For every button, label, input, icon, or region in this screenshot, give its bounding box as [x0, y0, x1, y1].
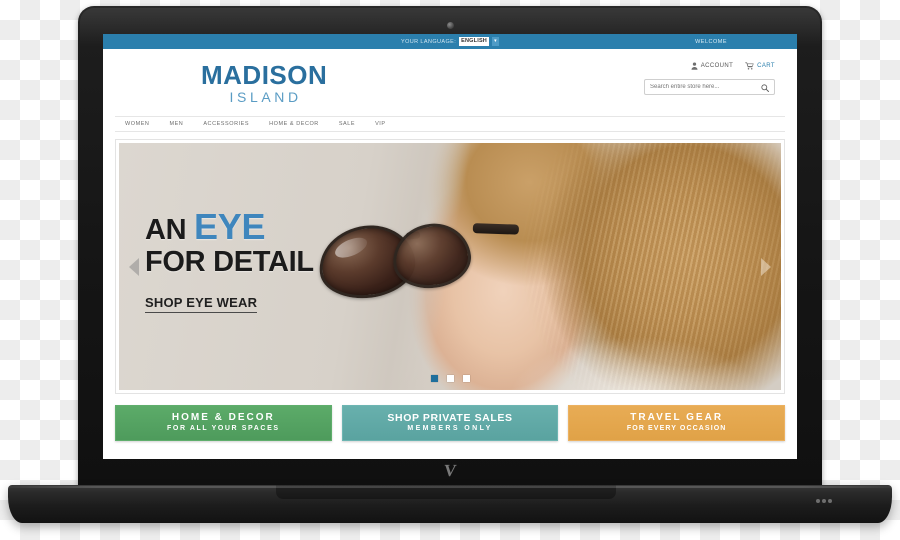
promo-subtitle: MEMBERS ONLY — [407, 425, 493, 432]
logo-line-2: ISLAND — [229, 89, 302, 105]
nav-item-sale[interactable]: SALE — [339, 121, 355, 127]
cart-icon — [745, 62, 754, 70]
laptop-base — [8, 485, 892, 523]
hero-cta-link[interactable]: SHOP EYE WEAR — [145, 295, 258, 313]
laptop-base-ports — [816, 499, 832, 503]
hero-copy: AN EYE FOR DETAIL SHOP EYE WEAR — [145, 209, 314, 313]
site-logo[interactable]: MADISON ISLAND — [201, 62, 327, 105]
promo-title: TRAVEL GEAR — [630, 412, 724, 423]
webcam-icon — [447, 22, 454, 29]
carousel-dot-3[interactable] — [462, 375, 470, 382]
account-link[interactable]: ACCOUNT — [691, 62, 733, 70]
hero-headline-1-accent: EYE — [194, 206, 266, 247]
nav-item-women[interactable]: WOMEN — [125, 121, 149, 127]
port-dot — [822, 499, 826, 503]
person-icon — [691, 62, 698, 70]
chevron-right-icon[interactable] — [761, 257, 771, 276]
account-cart-row: ACCOUNT CART — [644, 60, 775, 72]
language-switcher[interactable]: YOUR LANGUAGE: ENGLISH ▾ — [401, 37, 499, 46]
main-navigation: WOMEN MEN ACCESSORIES HOME & DECOR SALE … — [115, 116, 785, 132]
hero-carousel-frame: AN EYE FOR DETAIL SHOP EYE WEAR — [115, 139, 785, 394]
hero-headline-1-pre: AN — [145, 214, 195, 246]
promo-tile-travel-gear[interactable]: TRAVEL GEAR FOR EVERY OCCASION — [568, 405, 786, 441]
store-page: YOUR LANGUAGE: ENGLISH ▾ WELCOME MADISON… — [103, 34, 797, 459]
promo-subtitle: FOR ALL YOUR SPACES — [167, 425, 280, 432]
carousel-dot-1[interactable] — [430, 375, 438, 382]
search-box[interactable] — [644, 79, 775, 95]
header-right-cluster: ACCOUNT CART — [644, 60, 775, 95]
cart-label: CART — [757, 63, 775, 69]
hero-model-hair — [491, 143, 781, 390]
port-dot — [816, 499, 820, 503]
promo-title: SHOP PRIVATE SALES — [387, 412, 513, 424]
nav-item-home-decor[interactable]: HOME & DECOR — [269, 121, 319, 127]
search-icon[interactable] — [761, 84, 769, 92]
nav-item-vip[interactable]: VIP — [375, 121, 386, 127]
carousel-dots — [119, 375, 781, 382]
laptop-mockup: YOUR LANGUAGE: ENGLISH ▾ WELCOME MADISON… — [0, 0, 900, 540]
nav-item-men[interactable]: MEN — [169, 121, 183, 127]
nav-item-accessories[interactable]: ACCESSORIES — [203, 121, 249, 127]
welcome-message: WELCOME — [695, 38, 727, 45]
hero-headline-2: FOR DETAIL — [145, 246, 314, 278]
language-select-value[interactable]: ENGLISH — [459, 37, 489, 46]
promo-tile-home-decor[interactable]: HOME & DECOR FOR ALL YOUR SPACES — [115, 405, 332, 441]
promo-title: HOME & DECOR — [171, 412, 275, 423]
promo-subtitle: FOR EVERY OCCASION — [626, 425, 727, 432]
top-utility-bar: YOUR LANGUAGE: ENGLISH ▾ WELCOME — [103, 34, 797, 49]
chevron-down-icon[interactable]: ▾ — [491, 37, 499, 46]
logo-line-1: MADISON — [201, 60, 328, 90]
site-header: MADISON ISLAND ACCOUNT CART Search entir… — [103, 49, 797, 116]
cart-link[interactable]: CART — [745, 62, 775, 70]
laptop-screen: YOUR LANGUAGE: ENGLISH ▾ WELCOME MADISON… — [103, 34, 797, 459]
laptop-lid: YOUR LANGUAGE: ENGLISH ▾ WELCOME MADISON… — [78, 6, 822, 489]
lens-glint — [332, 233, 371, 262]
account-label: ACCOUNT — [700, 63, 734, 69]
laptop-brand-logo: V — [442, 461, 458, 480]
sunglasses-temple — [472, 223, 520, 235]
promo-tile-private-sales[interactable]: SHOP PRIVATE SALES MEMBERS ONLY — [341, 405, 559, 441]
laptop-base-notch — [276, 485, 616, 499]
port-dot — [828, 499, 832, 503]
hero-headline-1: AN EYE — [145, 209, 314, 246]
promo-tiles: HOME & DECOR FOR ALL YOUR SPACES SHOP PR… — [115, 405, 786, 441]
search-input[interactable] — [650, 84, 758, 90]
carousel-dot-2[interactable] — [446, 375, 454, 382]
language-label: YOUR LANGUAGE: — [401, 38, 457, 45]
hero-carousel: AN EYE FOR DETAIL SHOP EYE WEAR — [119, 143, 781, 390]
chevron-left-icon[interactable] — [129, 257, 139, 276]
